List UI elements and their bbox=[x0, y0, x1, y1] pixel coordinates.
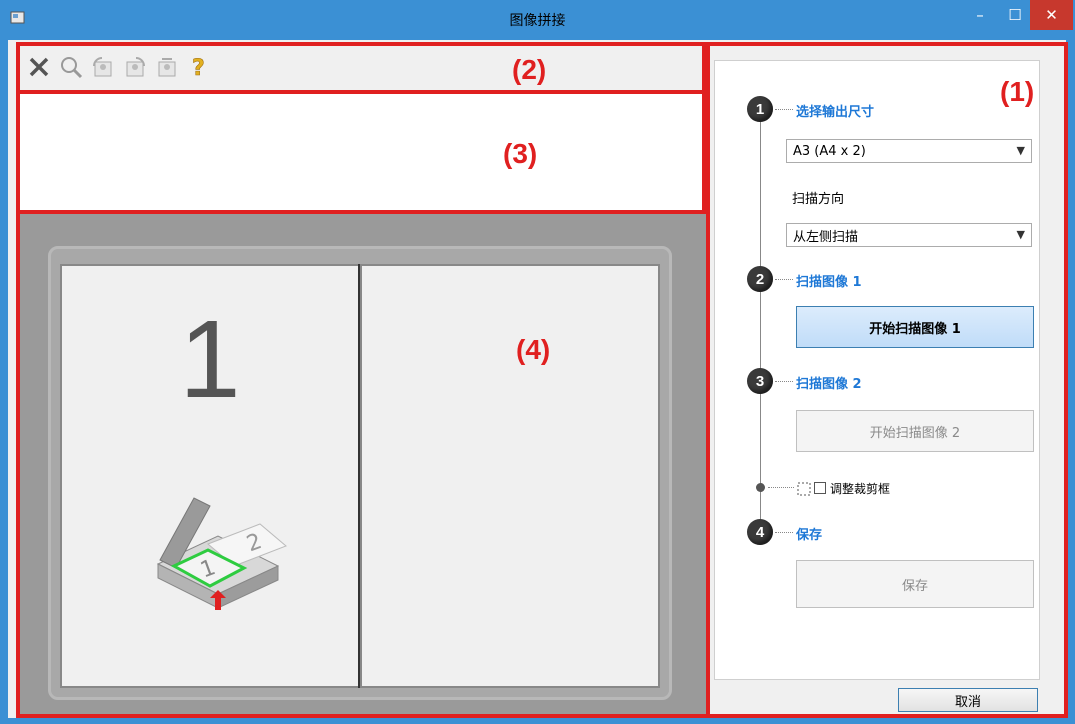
adjust-dots bbox=[768, 487, 794, 488]
region-label-4: (4) bbox=[516, 334, 551, 365]
step-4-badge: 4 bbox=[747, 519, 773, 545]
zoom-icon[interactable] bbox=[58, 54, 84, 80]
region-label-2: (2) bbox=[512, 54, 547, 85]
step-1-label: 选择输出尺寸 bbox=[796, 105, 875, 120]
step-2-badge: 2 bbox=[747, 266, 773, 292]
step-3-badge: 3 bbox=[747, 368, 773, 394]
minimize-button[interactable]: – bbox=[960, 0, 1000, 30]
adjust-crop-label: 调整裁剪框 bbox=[830, 482, 891, 496]
title-bar: 图像拼接 – ☐ ✕ bbox=[0, 0, 1075, 40]
rotate-right-icon[interactable] bbox=[122, 54, 148, 80]
svg-text:?: ? bbox=[192, 56, 205, 79]
start-scan-image-2-button[interactable]: 开始扫描图像 2 bbox=[796, 410, 1034, 452]
output-size-select[interactable]: A3 (A4 x 2) ▼ bbox=[786, 139, 1032, 163]
step-2-dots bbox=[775, 279, 793, 280]
scan-direction-label: 扫描方向 bbox=[792, 192, 845, 207]
thumbnail-region bbox=[16, 90, 706, 214]
page-2[interactable] bbox=[360, 264, 660, 688]
adjust-crop-checkbox[interactable] bbox=[814, 482, 826, 494]
step-3-dots bbox=[775, 381, 793, 382]
step-connector-line bbox=[760, 112, 761, 530]
page-1[interactable]: 1 2 1 bbox=[60, 264, 360, 688]
crop-frame-icon bbox=[797, 481, 811, 500]
step-4-dots bbox=[775, 532, 793, 533]
help-icon[interactable]: ? bbox=[186, 54, 212, 80]
output-size-value: A3 (A4 x 2) bbox=[793, 143, 866, 159]
chevron-down-icon: ▼ bbox=[1016, 228, 1025, 241]
step-1-badge: 1 bbox=[747, 96, 773, 122]
save-button[interactable]: 保存 bbox=[796, 560, 1034, 608]
page-number: 1 bbox=[179, 298, 241, 421]
scan-direction-value: 从左侧扫描 bbox=[793, 229, 859, 245]
start-scan-image-1-button[interactable]: 开始扫描图像 1 bbox=[796, 306, 1034, 348]
scan-direction-select[interactable]: 从左侧扫描 ▼ bbox=[786, 223, 1032, 247]
rotate-left-icon[interactable] bbox=[90, 54, 116, 80]
cancel-button[interactable]: 取消 bbox=[898, 688, 1038, 712]
region-label-3: (3) bbox=[503, 138, 538, 169]
swap-icon[interactable] bbox=[154, 54, 180, 80]
region-label-1: (1) bbox=[1000, 76, 1035, 107]
scanner-placement-icon: 2 1 bbox=[148, 486, 288, 630]
chevron-down-icon: ▼ bbox=[1016, 144, 1025, 157]
step-2-label: 扫描图像 1 bbox=[796, 275, 862, 290]
step-4-label: 保存 bbox=[796, 528, 823, 543]
maximize-button[interactable]: ☐ bbox=[995, 0, 1035, 30]
step-3-label: 扫描图像 2 bbox=[796, 377, 862, 392]
close-icon[interactable] bbox=[26, 54, 52, 80]
window-title: 图像拼接 bbox=[509, 13, 566, 29]
step-1-dots bbox=[775, 109, 793, 110]
close-window-button[interactable]: ✕ bbox=[1030, 0, 1073, 30]
adjust-step-dot bbox=[756, 483, 765, 492]
toolbar: ? bbox=[26, 54, 212, 80]
preview-frame: 1 2 1 bbox=[48, 246, 672, 700]
